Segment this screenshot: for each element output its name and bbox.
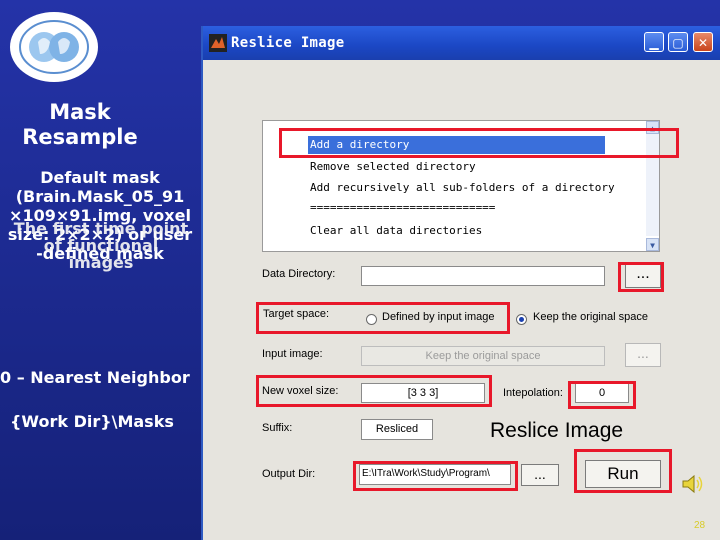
scroll-down-icon[interactable]: ▼: [646, 238, 659, 251]
list-item-clear-directories[interactable]: Clear all data directories: [310, 222, 482, 240]
work-dir-note: {Work Dir}\Masks: [10, 412, 174, 431]
institute-logo-icon: [10, 12, 98, 82]
list-item-separator: ============================: [310, 201, 496, 214]
interpolation-label: Intepolation:: [503, 387, 563, 399]
data-directory-label: Data Directory:: [262, 268, 336, 280]
interpolation-input[interactable]: 0: [575, 383, 629, 403]
nearest-neighbor-note: 0 – Nearest Neighbor: [0, 368, 190, 387]
page-number: 28: [694, 520, 706, 531]
new-voxel-size-input[interactable]: [3 3 3]: [361, 383, 485, 403]
new-voxel-size-label: New voxel size:: [262, 385, 339, 397]
list-scrollbar[interactable]: [646, 134, 659, 236]
radio-defined-by-input[interactable]: [366, 314, 377, 325]
input-image-label: Input image:: [262, 348, 323, 360]
maximize-button[interactable]: ▢: [668, 32, 688, 52]
option-defined-by-input-label[interactable]: Defined by input image: [382, 311, 495, 323]
output-dir-input[interactable]: E:\ITra\Work\Study\Program\: [359, 464, 511, 485]
option-keep-original-label[interactable]: Keep the original space: [533, 311, 648, 323]
window-titlebar[interactable]: Reslice Image ▁ ▢ ✕: [203, 26, 720, 60]
scroll-up-icon[interactable]: ▲: [646, 121, 659, 134]
directory-actions-list[interactable]: Add a directory Remove selected director…: [262, 120, 660, 252]
run-button[interactable]: Run: [585, 460, 661, 488]
output-dir-browse-button[interactable]: ...: [521, 464, 559, 486]
suffix-label: Suffix:: [262, 422, 293, 434]
list-item-remove-directory[interactable]: Remove selected directory: [310, 158, 476, 176]
radio-keep-original[interactable]: [516, 314, 527, 325]
close-button[interactable]: ✕: [693, 32, 713, 52]
slide-title: Mask Resample: [22, 100, 138, 149]
window-title: Reslice Image: [231, 35, 345, 51]
minimize-button[interactable]: ▁: [644, 32, 664, 52]
speaker-icon[interactable]: [680, 472, 704, 496]
target-space-label: Target space:: [263, 308, 330, 320]
matlab-app-icon: [209, 34, 227, 52]
list-item-add-directory[interactable]: Add a directory: [308, 136, 605, 154]
first-time-point-note: The first time point of functional image…: [13, 219, 189, 272]
output-dir-label: Output Dir:: [262, 468, 316, 480]
input-image-browse-button: ...: [625, 343, 661, 367]
reslice-image-caption: Reslice Image: [490, 419, 624, 442]
list-item-add-recursive[interactable]: Add recursively all sub-folders of a dir…: [310, 179, 615, 197]
data-directory-browse-button[interactable]: ...: [625, 264, 661, 288]
reslice-image-window: Reslice Image ▁ ▢ ✕ Add a directory Remo…: [201, 26, 720, 540]
suffix-input[interactable]: Resliced: [361, 419, 433, 440]
data-directory-input[interactable]: [361, 266, 605, 286]
input-image-field: Keep the original space: [361, 346, 605, 366]
